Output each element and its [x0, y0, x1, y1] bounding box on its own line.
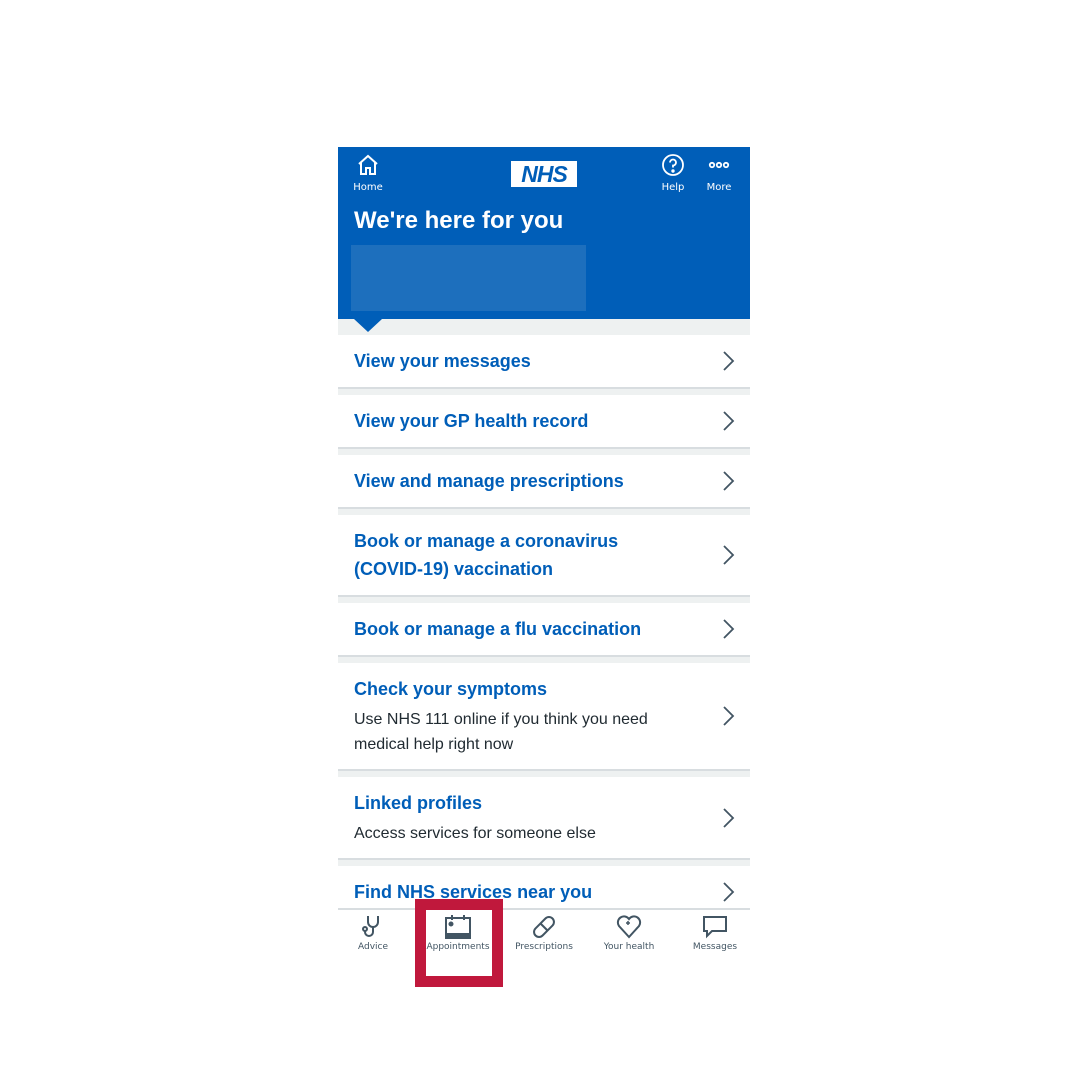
- nhs-app-screen: Home NHS Help More We're here for you Vi…: [338, 147, 750, 967]
- pill-icon: [533, 916, 555, 938]
- nav-prescriptions[interactable]: Prescriptions: [503, 914, 585, 952]
- menu-item-description: Use NHS 111 online if you think you need…: [354, 711, 648, 753]
- menu-item[interactable]: Book or manage a flu vaccination: [338, 603, 750, 657]
- speech-bubble-icon: [703, 916, 727, 939]
- nav-your-health-label: Your health: [603, 942, 655, 952]
- home-button[interactable]: Home: [350, 153, 386, 193]
- chevron-right-icon: [723, 882, 735, 902]
- menu-item-description: Access services for someone else: [354, 825, 596, 842]
- more-label: More: [706, 182, 732, 193]
- menu-item[interactable]: Linked profiles Access services for someo…: [338, 777, 750, 860]
- bottom-nav: Advice Appointments Prescriptions Your h…: [338, 908, 750, 967]
- menu-item-title: View your messages: [354, 351, 531, 371]
- menu-item-title: Check your symptoms: [354, 679, 548, 699]
- page-title: We're here for you: [354, 207, 564, 234]
- redacted-user-info: [351, 245, 586, 311]
- menu-list: View your messages View your GP health re…: [338, 335, 750, 926]
- chevron-right-icon: [723, 471, 735, 491]
- menu-item-title: Linked profiles: [354, 793, 483, 813]
- chevron-right-icon: [723, 351, 735, 371]
- nav-messages-label: Messages: [692, 942, 738, 952]
- chevron-right-icon: [723, 706, 735, 726]
- nav-prescriptions-label: Prescriptions: [515, 942, 573, 952]
- menu-item-title: Book or manage a coronavirus (COVID-19) …: [354, 531, 619, 579]
- chevron-right-icon: [723, 619, 735, 639]
- nav-messages[interactable]: Messages: [674, 914, 750, 952]
- help-icon: [662, 154, 684, 176]
- nhs-logo: NHS: [511, 161, 577, 187]
- menu-item[interactable]: Check your symptoms Use NHS 111 online if…: [338, 663, 750, 771]
- menu-item-title: View your GP health record: [354, 411, 589, 431]
- nav-advice-label: Advice: [357, 942, 389, 952]
- nav-advice[interactable]: Advice: [338, 914, 414, 952]
- menu-item-title: Book or manage a flu vaccination: [354, 619, 642, 639]
- header: Home NHS Help More We're here for you: [338, 147, 750, 319]
- heart-plus-icon: [616, 915, 642, 939]
- menu-item[interactable]: View your messages: [338, 335, 750, 389]
- home-label: Home: [353, 182, 383, 193]
- chevron-right-icon: [723, 807, 735, 828]
- stethoscope-icon: [362, 916, 379, 937]
- chevron-right-icon: [723, 545, 735, 565]
- chevron-right-icon: [723, 411, 735, 431]
- menu-item[interactable]: Book or manage a coronavirus (COVID-19) …: [338, 515, 750, 597]
- help-button[interactable]: Help: [655, 153, 691, 193]
- menu-item[interactable]: View your GP health record: [338, 395, 750, 449]
- home-icon: [358, 154, 378, 175]
- header-pointer: [354, 319, 382, 332]
- help-label: Help: [661, 182, 685, 193]
- menu-item-title: Find NHS services near you: [354, 882, 593, 902]
- appointments-highlight-box: [415, 899, 503, 987]
- more-button[interactable]: More: [701, 153, 737, 193]
- more-icon: [708, 161, 730, 169]
- menu-item-title: View and manage prescriptions: [354, 471, 624, 491]
- menu-item[interactable]: View and manage prescriptions: [338, 455, 750, 509]
- nav-your-health[interactable]: Your health: [588, 914, 670, 952]
